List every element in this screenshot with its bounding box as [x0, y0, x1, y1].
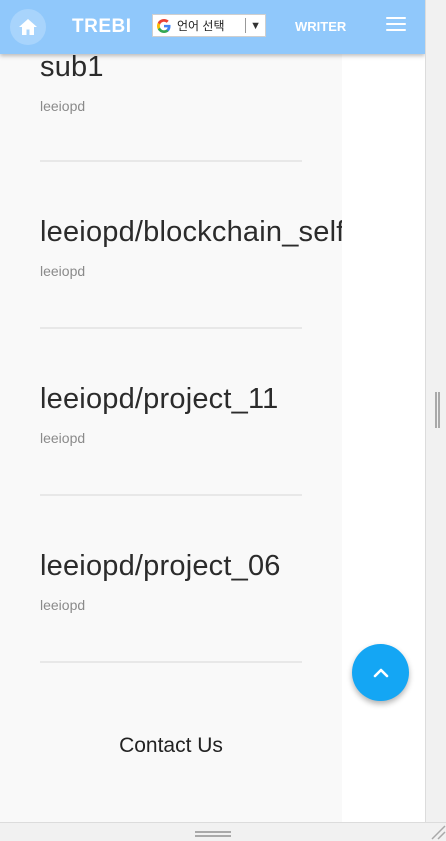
post-author: leeiopd — [40, 597, 86, 613]
post-author: leeiopd — [40, 98, 86, 114]
post-title[interactable]: leeiopd/blockchain_selfstudy — [40, 215, 342, 249]
contact-us-link[interactable]: Contact Us — [0, 733, 342, 759]
language-label: 언어 선택 — [177, 19, 225, 33]
resize-handle-vertical[interactable] — [435, 392, 440, 428]
post-item[interactable]: leeiopd/blockchain_selfstudy leeiopd — [40, 215, 342, 279]
chevron-up-icon — [373, 668, 388, 677]
post-author: leeiopd — [40, 430, 86, 446]
scroll-to-top-button[interactable] — [352, 644, 409, 701]
post-author: leeiopd — [40, 263, 86, 279]
google-icon — [153, 18, 175, 34]
home-button[interactable] — [10, 9, 46, 45]
writer-link[interactable]: WRITER — [295, 19, 346, 34]
post-title[interactable]: leeiopd/project_11 — [40, 382, 342, 416]
post-item[interactable]: leeiopd/project_06 leeiopd — [40, 549, 342, 613]
resize-handle-horizontal[interactable] — [195, 831, 231, 837]
separator — [245, 18, 247, 33]
dropdown-arrow-icon: ▼ — [250, 19, 261, 32]
divider — [40, 327, 302, 329]
language-selector[interactable]: 언어 선택 ▼ — [152, 14, 266, 37]
divider — [40, 160, 302, 162]
hamburger-menu-icon[interactable] — [386, 17, 406, 33]
divider — [40, 494, 302, 496]
resize-grip-icon[interactable] — [428, 822, 446, 840]
main-content: sub1 leeiopd leeiopd/blockchain_selfstud… — [0, 0, 342, 822]
post-item[interactable]: sub1 leeiopd — [40, 50, 342, 114]
site-logo[interactable]: TREBI — [72, 16, 132, 38]
home-icon — [19, 19, 37, 35]
post-item[interactable]: leeiopd/project_11 leeiopd — [40, 382, 342, 446]
top-navbar: TREBI 언어 선택 ▼ WRITER — [0, 0, 425, 54]
post-title[interactable]: sub1 — [40, 50, 342, 84]
post-title[interactable]: leeiopd/project_06 — [40, 549, 342, 583]
divider — [40, 661, 302, 663]
